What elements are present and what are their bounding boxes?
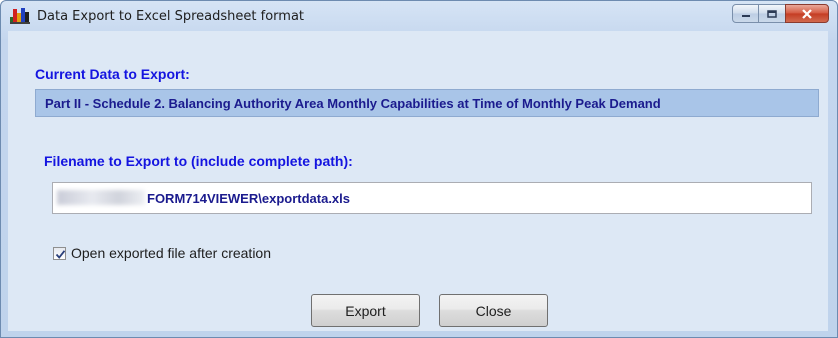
- title-bar[interactable]: Data Export to Excel Spreadsheet format: [1, 1, 837, 31]
- export-dialog-window: Data Export to Excel Spreadsheet format …: [0, 0, 838, 338]
- close-window-button[interactable]: [785, 4, 829, 23]
- maximize-button[interactable]: [758, 4, 786, 23]
- filename-label: Filename to Export to (include complete …: [44, 153, 353, 169]
- open-after-option[interactable]: Open exported file after creation: [53, 245, 271, 261]
- close-icon: [802, 9, 812, 18]
- checkmark-icon: [55, 249, 66, 259]
- filename-input[interactable]: FORM714VIEWER\exportdata.xls: [52, 182, 812, 214]
- current-data-value: Part II - Schedule 2. Balancing Authorit…: [45, 96, 661, 111]
- minimize-icon: [741, 14, 750, 17]
- excel-chart-app-icon: [10, 7, 30, 24]
- current-data-box: Part II - Schedule 2. Balancing Authorit…: [35, 89, 819, 117]
- export-button[interactable]: Export: [311, 294, 420, 327]
- minimize-button[interactable]: [732, 4, 759, 23]
- open-after-checkbox[interactable]: [53, 246, 66, 260]
- open-after-label: Open exported file after creation: [71, 245, 272, 261]
- redacted-path-prefix: [57, 190, 145, 205]
- window-title: Data Export to Excel Spreadsheet format: [37, 9, 305, 24]
- maximize-icon: [767, 9, 777, 18]
- caption-buttons: [732, 4, 829, 23]
- current-data-label: Current Data to Export:: [35, 66, 190, 82]
- close-button[interactable]: Close: [439, 294, 548, 327]
- filename-value: FORM714VIEWER\exportdata.xls: [147, 191, 350, 206]
- dialog-client-area: Current Data to Export: Part II - Schedu…: [8, 31, 828, 331]
